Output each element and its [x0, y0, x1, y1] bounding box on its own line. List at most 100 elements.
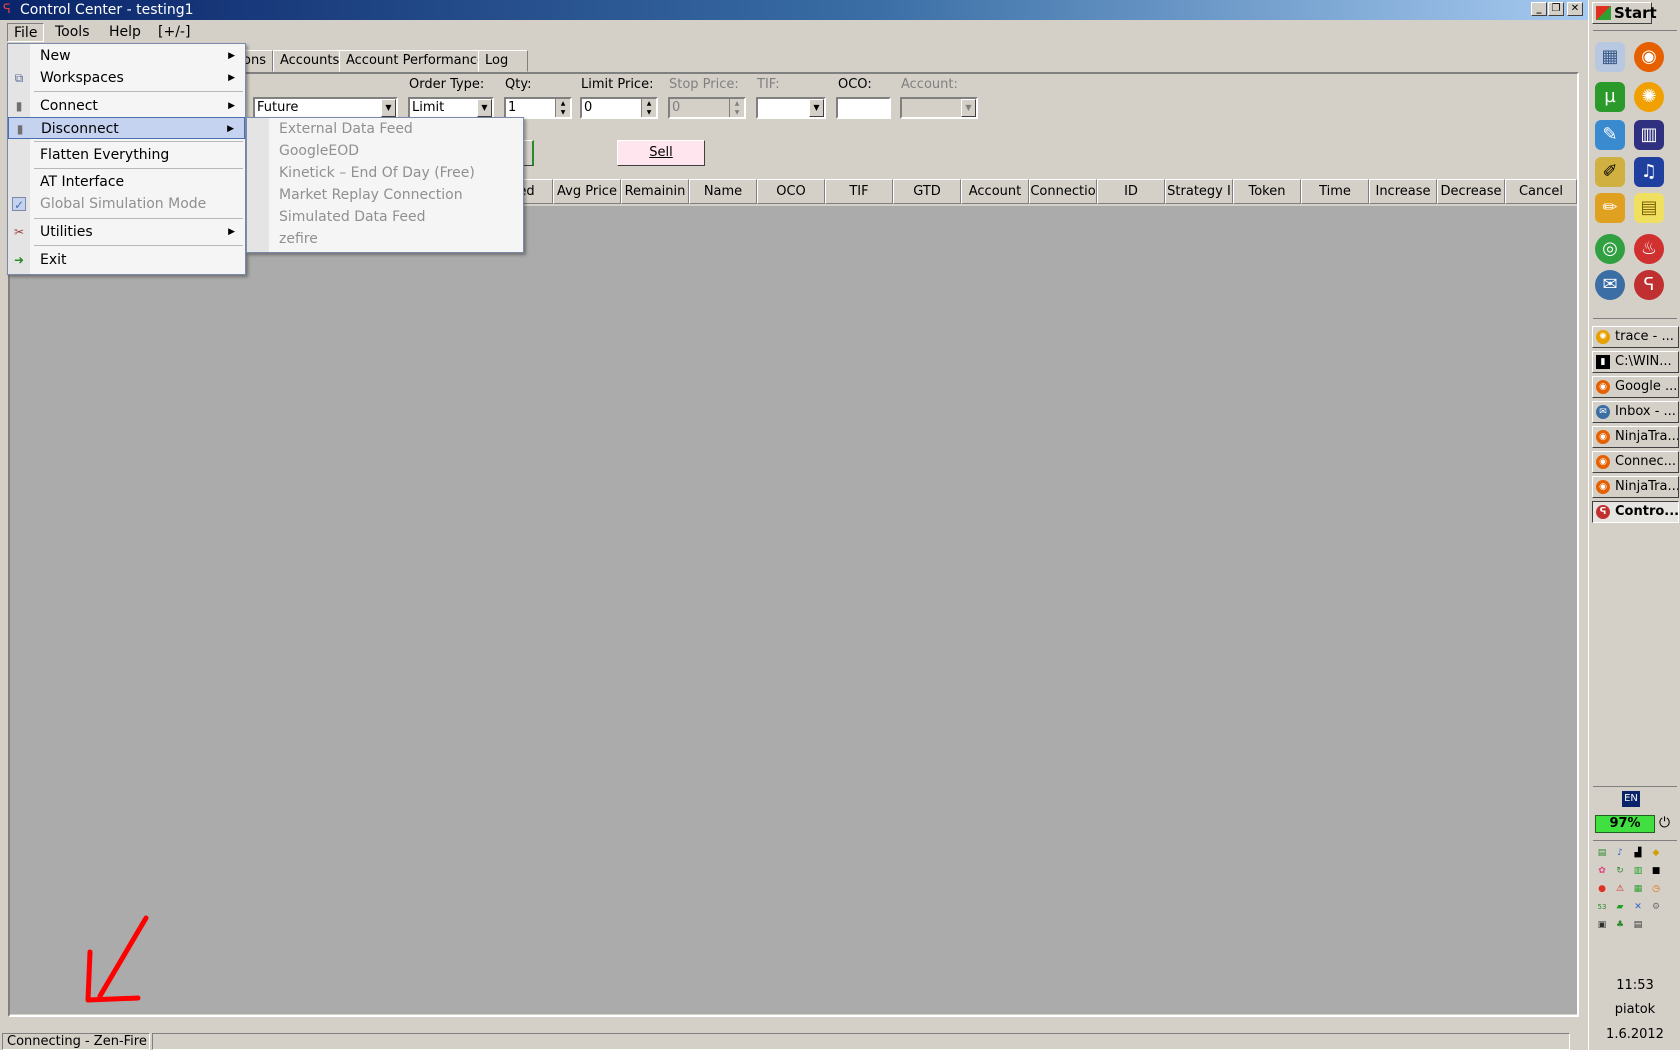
taskbar-window-control-center[interactable]: ᕋ Contro...: [1592, 501, 1679, 523]
taskbar-window-label: Google ...: [1615, 379, 1678, 394]
menu-help[interactable]: Help: [103, 23, 147, 42]
column-header-strategy-id[interactable]: Strategy I: [1165, 179, 1233, 204]
settings-tray-icon[interactable]: ⚙: [1649, 900, 1663, 914]
status-bar: Connecting - Zen-Fire: [0, 1031, 1588, 1050]
orders-grid[interactable]: [10, 206, 1577, 1014]
close-button[interactable]: ✕: [1567, 2, 1583, 16]
taskbar-window-inbox[interactable]: ✉ Inbox - ...: [1592, 401, 1679, 423]
column-header-name[interactable]: Name: [689, 179, 757, 204]
menu-tools[interactable]: Tools: [49, 23, 96, 42]
column-header-decrease[interactable]: Decrease: [1437, 179, 1505, 204]
flower-tray-icon[interactable]: ✿: [1595, 864, 1609, 878]
column-header-account[interactable]: Account: [961, 179, 1029, 204]
column-header-increase[interactable]: Increase: [1369, 179, 1437, 204]
spin-arrows-icon[interactable]: ▲ ▼: [555, 99, 570, 117]
firefox-icon[interactable]: ◉: [1634, 42, 1664, 72]
headphones-icon[interactable]: ♫: [1634, 157, 1664, 187]
menu-item-exit[interactable]: ➜ Exit: [8, 249, 245, 271]
instrument-type-select[interactable]: Future ▼: [253, 97, 398, 119]
start-button[interactable]: Start: [1592, 2, 1657, 24]
chevron-down-icon[interactable]: ▼: [809, 99, 824, 117]
submenu-item-external-data-feed: External Data Feed: [279, 121, 413, 137]
signal-tray-icon[interactable]: ▟: [1631, 846, 1645, 860]
taskbar-window-google[interactable]: ◉ Google ...: [1592, 376, 1679, 398]
security-tray-icon[interactable]: ◆: [1649, 846, 1663, 860]
taskbar-window-ninjatrader-2[interactable]: ◉ NinjaTra...: [1592, 476, 1679, 498]
chevron-down-icon[interactable]: ▼: [381, 99, 396, 117]
menu-item-flatten-everything[interactable]: Flatten Everything: [8, 144, 245, 166]
menu-item-workspaces[interactable]: ⧉ Workspaces ▶: [8, 67, 245, 89]
start-label: Start: [1614, 4, 1657, 22]
volume-tray-icon[interactable]: ♪: [1613, 846, 1627, 860]
chrome-icon[interactable]: ◎: [1595, 234, 1625, 264]
qty-stepper[interactable]: 1 ▲ ▼: [504, 97, 572, 119]
menu-item-label: AT Interface: [40, 174, 125, 190]
unplug-icon: ▮: [16, 122, 24, 136]
taskbar-window-ninjatrader-1[interactable]: ◉ NinjaTra...: [1592, 426, 1679, 448]
tool-tray-icon[interactable]: ✕: [1631, 900, 1645, 914]
antivirus-tray-icon[interactable]: ●: [1595, 882, 1609, 896]
ninjatrader-icon[interactable]: ᕋ: [1634, 270, 1664, 300]
menu-item-at-interface[interactable]: AT Interface: [8, 171, 245, 193]
tab-log[interactable]: Log: [478, 50, 528, 72]
chart-app-icon[interactable]: ▥: [1634, 120, 1664, 150]
sell-button[interactable]: Sell: [617, 140, 705, 166]
column-header-gtd[interactable]: GTD: [893, 179, 961, 204]
calculator-icon[interactable]: ▦: [1595, 42, 1625, 72]
sticky-note-icon[interactable]: ▤: [1634, 193, 1664, 223]
battery-indicator[interactable]: 97%: [1595, 815, 1655, 833]
stop-price-stepper: 0 ▲ ▼: [668, 97, 746, 119]
oco-input[interactable]: [836, 97, 891, 119]
column-header-cancel[interactable]: Cancel: [1505, 179, 1577, 204]
restore-button[interactable]: ❐: [1548, 2, 1564, 16]
taskbar-window-cmd[interactable]: ▮ C:\WIN...: [1592, 351, 1679, 373]
tif-select[interactable]: ▼: [756, 97, 826, 119]
clock-time[interactable]: 11:53: [1589, 978, 1680, 993]
menu-item-utilities[interactable]: ✂ Utilities ▶: [8, 221, 245, 243]
sunburst-icon[interactable]: ✺: [1634, 82, 1664, 112]
order-type-select[interactable]: Limit ▼: [408, 97, 494, 119]
computer-tray-icon[interactable]: ▣: [1595, 918, 1609, 932]
column-header-time[interactable]: Time: [1301, 179, 1369, 204]
nvidia-tray-icon[interactable]: ▰: [1613, 900, 1627, 914]
flame-app-icon[interactable]: ♨: [1634, 234, 1664, 264]
chevron-down-icon[interactable]: ▼: [477, 99, 492, 117]
pencil-icon[interactable]: ✐: [1595, 157, 1625, 187]
minimize-button[interactable]: _: [1531, 2, 1547, 16]
monitor-tray-icon[interactable]: ■: [1649, 864, 1663, 878]
alert-tray-icon[interactable]: ⚠: [1613, 882, 1627, 896]
display-tray-icon[interactable]: ▤: [1631, 918, 1645, 932]
tab-accounts[interactable]: Accounts: [273, 50, 347, 72]
menu-item-label: Workspaces: [40, 70, 124, 86]
thunderbird-icon[interactable]: ✉: [1595, 270, 1625, 300]
utorrent-icon[interactable]: µ: [1595, 82, 1625, 112]
submenu-arrow-icon: ▶: [228, 101, 235, 111]
menu-item-connect[interactable]: ▮ Connect ▶: [8, 95, 245, 117]
limit-price-stepper[interactable]: 0 ▲ ▼: [580, 97, 658, 119]
gpu-temp-tray-icon[interactable]: 53: [1595, 900, 1609, 914]
update-tray-icon[interactable]: ↻: [1613, 864, 1627, 878]
taskbar-window-connec[interactable]: ◉ Connec...: [1592, 451, 1679, 473]
column-header-tif[interactable]: TIF: [825, 179, 893, 204]
language-indicator[interactable]: EN: [1622, 791, 1640, 807]
memory-tray-icon[interactable]: ▦: [1631, 882, 1645, 896]
menu-item-disconnect[interactable]: ▮ Disconnect ▶: [8, 117, 245, 139]
pencils-icon[interactable]: ✏: [1595, 193, 1625, 223]
clock-tray-icon[interactable]: ◷: [1649, 882, 1663, 896]
column-header-oco[interactable]: OCO: [757, 179, 825, 204]
green-tray-icon[interactable]: ♣: [1613, 918, 1627, 932]
cpu-meter-tray-icon[interactable]: ▥: [1631, 864, 1645, 878]
column-header-avg-price[interactable]: Avg Price: [553, 179, 621, 204]
network-tray-icon[interactable]: ▤: [1595, 846, 1609, 860]
notepad-icon[interactable]: ✎: [1595, 120, 1625, 150]
tab-account-performance[interactable]: Account Performance: [339, 50, 493, 72]
menu-item-new[interactable]: New ▶: [8, 45, 245, 67]
menu-file[interactable]: File: [7, 23, 45, 42]
column-header-remaining[interactable]: Remainin: [621, 179, 689, 204]
taskbar-window-trace[interactable]: ✺ trace - ...: [1592, 326, 1679, 348]
column-header-id[interactable]: ID: [1097, 179, 1165, 204]
spin-arrows-icon[interactable]: ▲ ▼: [641, 99, 656, 117]
column-header-connection[interactable]: Connectio: [1029, 179, 1097, 204]
menu-expand[interactable]: [+/-]: [152, 23, 196, 42]
column-header-token[interactable]: Token: [1233, 179, 1301, 204]
